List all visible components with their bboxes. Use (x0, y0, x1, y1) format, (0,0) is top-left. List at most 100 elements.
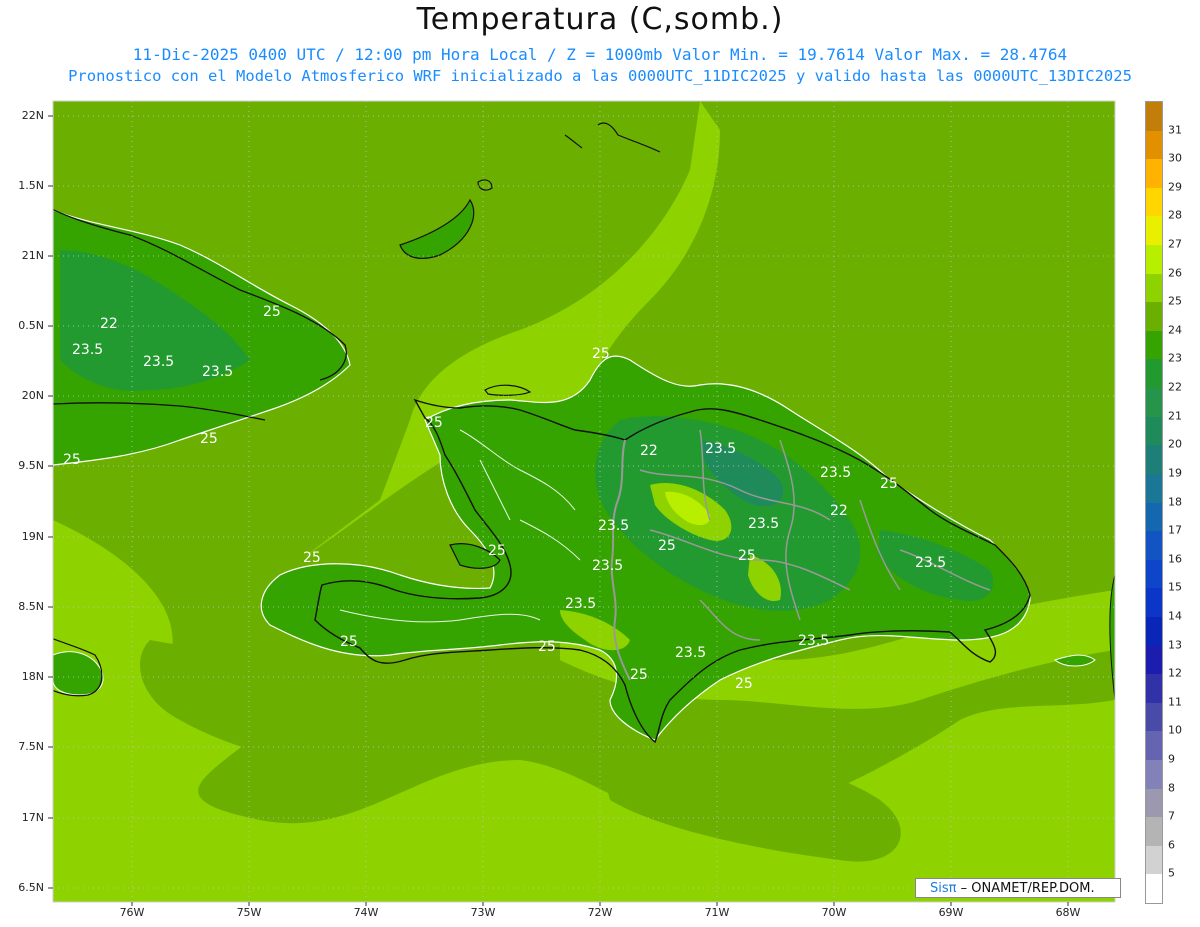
colorbar-label: 15 (1168, 580, 1182, 594)
colorbar-label: 11 (1168, 695, 1182, 709)
subtitle-validity: 11-Dic-2025 0400 UTC / 12:00 pm Hora Loc… (132, 45, 1068, 64)
lat-label: 0.5N (18, 319, 44, 332)
colorbar-swatch (1146, 588, 1162, 618)
colorbar-swatch (1146, 645, 1162, 675)
colorbar-swatch (1146, 731, 1162, 761)
contour-label: 23.5 (592, 558, 623, 574)
colorbar-label: 7 (1168, 809, 1175, 823)
contour-label: 25 (263, 304, 281, 320)
colorbar-label: 18 (1168, 495, 1182, 508)
colorbar-label: 23 (1168, 351, 1182, 365)
lat-label: 18N (21, 670, 44, 683)
lat-label: 6.5N (18, 881, 44, 894)
colorbar-label: 21 (1168, 409, 1182, 423)
colorbar-swatch (1146, 502, 1162, 532)
colorbar-label: 14 (1168, 609, 1182, 623)
contour-label: 25 (738, 548, 756, 564)
contour-label: 25 (630, 667, 648, 683)
contour-label: 23.5 (598, 518, 629, 534)
colorbar-swatch (1146, 759, 1162, 790)
lat-label: 19N (21, 530, 44, 543)
colorbar-swatch (1146, 302, 1162, 332)
contour-label: 25 (340, 634, 358, 650)
colorbar-label: 19 (1168, 466, 1182, 480)
colorbar-label: 31 (1168, 123, 1182, 137)
colorbar-swatch (1146, 216, 1162, 246)
colorbar-label: 25 (1168, 294, 1182, 308)
colorbar-label: 10 (1168, 723, 1182, 737)
colorbar-swatch (1146, 130, 1162, 160)
lon-label: 68W (1055, 906, 1081, 919)
lon-label: 70W (821, 906, 847, 919)
contour-label: 25 (488, 543, 506, 559)
colorbar-label: 13 (1168, 638, 1182, 652)
colorbar-swatch (1146, 674, 1162, 704)
colorbar-swatch (1146, 445, 1162, 475)
lon-label: 76W (119, 906, 145, 919)
lon-label: 69W (938, 906, 964, 919)
colorbar-swatch (1146, 473, 1162, 503)
contour-label: 23.5 (705, 441, 736, 457)
colorbar-label: 8 (1168, 781, 1175, 795)
colorbar-swatch (1146, 845, 1162, 875)
lon-label: 75W (236, 906, 262, 919)
map-title: Temperatura (C,somb.) (416, 2, 784, 37)
colorbar-label: 29 (1168, 180, 1182, 194)
colorbar-swatch (1146, 273, 1162, 303)
colorbar-swatch (1146, 531, 1162, 561)
lon-label: 71W (704, 906, 730, 919)
colorbar-swatch (1146, 416, 1162, 446)
colorbar-swatch (1146, 559, 1162, 589)
colorbar-swatch (1146, 817, 1162, 847)
colorbar-swatch (1146, 702, 1162, 732)
lat-label: 1.5N (18, 179, 44, 192)
colorbar-swatch (1146, 874, 1162, 904)
contour-label: 25 (880, 476, 898, 492)
colorbar-swatch (1146, 245, 1162, 275)
colorbar-swatch (1146, 359, 1162, 389)
contour-label: 23.5 (675, 645, 706, 661)
colorbar-swatch (1146, 187, 1162, 217)
contour-label: 25 (303, 550, 321, 566)
contour-label: 22 (640, 443, 658, 459)
contour-label: 23.5 (565, 596, 596, 612)
contour-label: 25 (425, 415, 443, 431)
lat-label: 22N (21, 109, 44, 122)
lon-label: 72W (587, 906, 613, 919)
colorbar-label: 5 (1168, 866, 1175, 880)
sispi-logo-text: Sisπ (930, 881, 957, 896)
colorbar-swatch (1146, 102, 1162, 132)
colorbar-swatch (1146, 616, 1162, 647)
contour-label: 25 (592, 346, 610, 362)
colorbar-swatch (1146, 788, 1162, 818)
contour-label: 23.5 (202, 364, 233, 380)
colorbar-label: 28 (1168, 208, 1182, 222)
contour-label: 23.5 (915, 555, 946, 571)
contour-label: 23.5 (820, 465, 851, 481)
colorbar-label: 9 (1168, 752, 1175, 766)
colorbar-swatch (1146, 159, 1162, 189)
credit-box: Sisπ – ONAMET/REP.DOM. (915, 878, 1121, 898)
contour-label: 23.5 (748, 516, 779, 532)
colorbar-label: 27 (1168, 237, 1182, 251)
lon-label: 74W (353, 906, 379, 919)
contour-label: 25 (735, 676, 753, 692)
credit-text: – ONAMET/REP.DOM. (956, 881, 1095, 896)
colorbar-swatch (1146, 388, 1162, 418)
contour-label: 23.5 (143, 354, 174, 370)
colorbar-label: 12 (1168, 666, 1182, 680)
lon-label: 73W (470, 906, 496, 919)
colorbar (1145, 101, 1163, 904)
colorbar-swatch (1146, 330, 1162, 360)
temperature-map: 22 23.5 23.5 25 25 25 25 25 22 23.5 23.5… (48, 100, 1116, 906)
lat-label: 8.5N (18, 600, 44, 613)
contour-label: 22 (100, 316, 118, 332)
colorbar-label: 22 (1168, 380, 1182, 394)
subtitle-model-info: Pronostico con el Modelo Atmosferico WRF… (68, 67, 1132, 85)
lat-label: 9.5N (18, 459, 44, 472)
contour-label: 22 (830, 503, 848, 519)
colorbar-label: 24 (1168, 323, 1182, 337)
colorbar-label: 20 (1168, 437, 1182, 451)
lat-label: 17N (21, 811, 44, 824)
contour-label: 23.5 (72, 342, 103, 358)
